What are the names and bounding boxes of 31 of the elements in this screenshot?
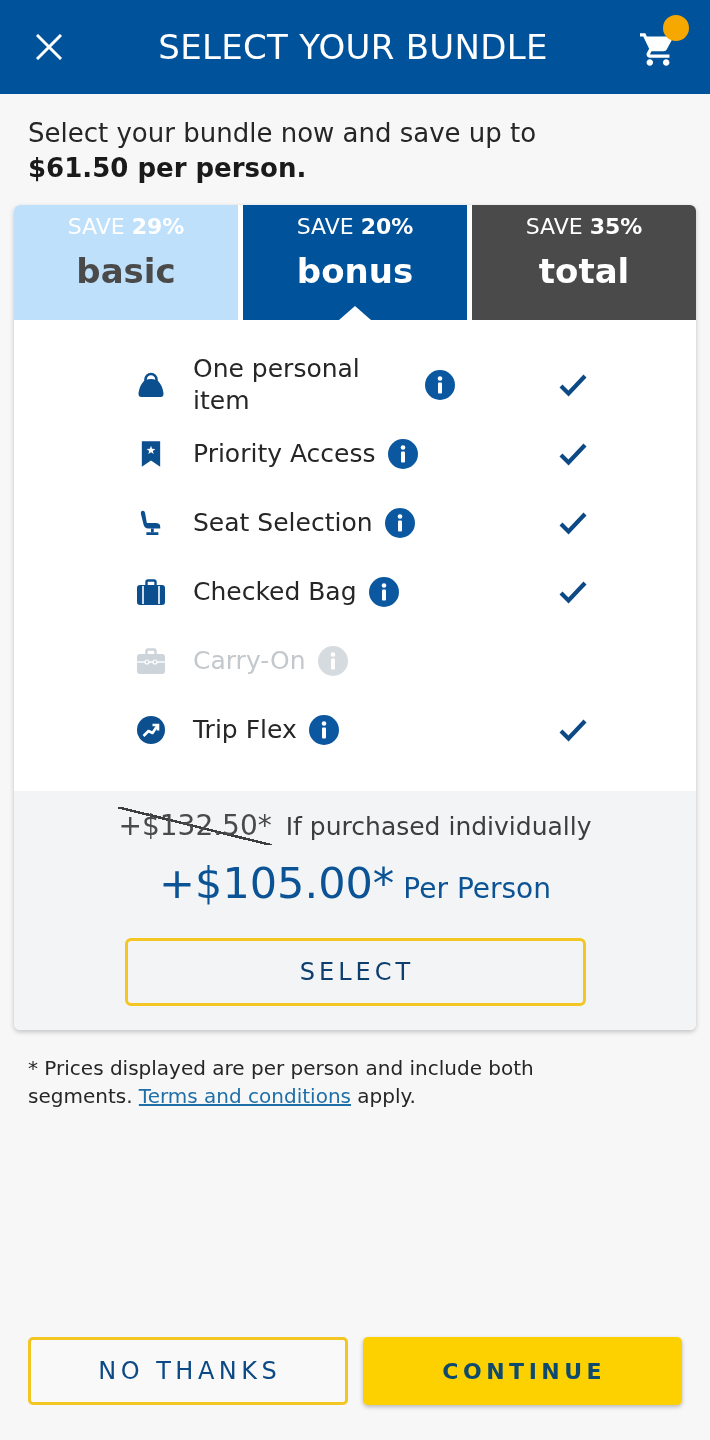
price-unit: Per Person xyxy=(403,872,551,905)
footnote-text: * Prices displayed are per person and include both segments. Terms and conditions apply. xyxy=(28,1055,535,1110)
feature-label: One personal item xyxy=(193,352,361,417)
suitcase-icon xyxy=(136,577,166,606)
feature-label: Carry-On xyxy=(193,644,306,677)
bundle-tab[interactable]: SAVE 35% total xyxy=(472,205,696,320)
feature-label: Checked Bag xyxy=(193,575,357,608)
bookmark-star-icon xyxy=(140,439,162,468)
feature-label: Seat Selection xyxy=(193,506,373,539)
window-title: SELECT YOUR BUNDLE xyxy=(157,27,549,67)
continue-button[interactable]: CONTINUE xyxy=(362,1337,682,1405)
info-icon[interactable] xyxy=(384,507,415,538)
seat-icon xyxy=(139,508,163,537)
handbag-icon xyxy=(136,371,166,398)
select-button[interactable]: SELECT xyxy=(124,938,586,1006)
briefcase-icon xyxy=(136,646,166,675)
no-thanks-button[interactable]: NO THANKS xyxy=(28,1337,348,1405)
intro-text: Select your bundle now and save up to $61.50 per person. xyxy=(27,117,538,185)
feature-label: Priority Access xyxy=(193,437,376,470)
bundle-tab[interactable]: SAVE 20% bonus xyxy=(243,205,467,320)
info-icon[interactable] xyxy=(387,438,418,469)
info-icon[interactable] xyxy=(425,369,455,400)
bundle-tab[interactable]: SAVE 29% basic xyxy=(14,205,238,320)
original-price-note: If purchased individually xyxy=(285,812,592,841)
selection-pointer-icon xyxy=(339,306,371,320)
bundle-price: +$105.00* xyxy=(159,857,395,910)
info-icon[interactable] xyxy=(368,576,399,607)
feature-label: Trip Flex xyxy=(193,713,297,746)
close-icon[interactable] xyxy=(36,34,62,60)
terms-link[interactable]: Terms and conditions xyxy=(138,1084,351,1108)
info-icon[interactable] xyxy=(308,714,339,745)
